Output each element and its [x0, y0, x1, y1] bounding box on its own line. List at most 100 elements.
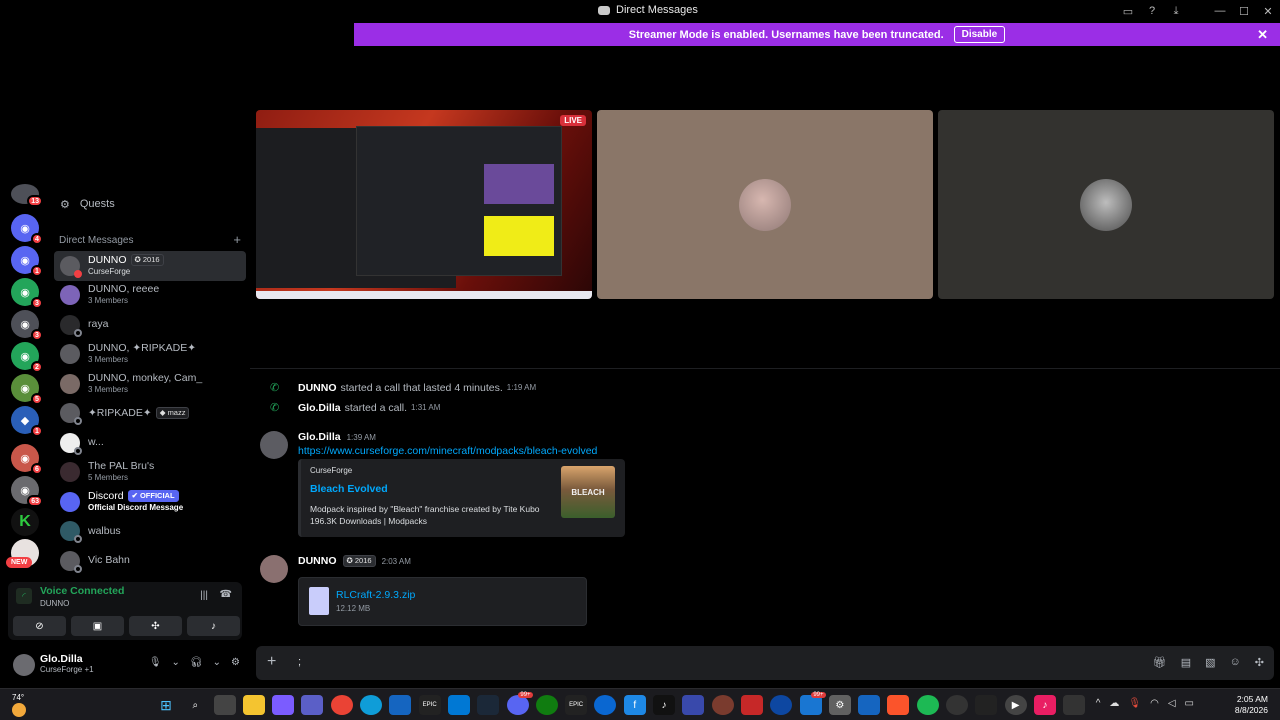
dm-item[interactable]: ✦RIPKADE✦ ◆ mazz [54, 399, 246, 429]
steam-icon[interactable] [477, 695, 500, 715]
settings-icon[interactable]: ⚙ [828, 695, 851, 715]
message-author[interactable]: DUNNO [298, 555, 337, 567]
close-icon[interactable]: ✕ [1256, 0, 1280, 22]
search-icon[interactable]: ⌕ [184, 695, 206, 715]
onedrive-icon[interactable]: ☁ [1109, 698, 1119, 709]
message-composer[interactable]: + ; 🎁︎ ▤ ▧ ☺ ✣ [256, 646, 1274, 680]
minimize-icon[interactable]: — [1208, 0, 1232, 22]
dm-item[interactable]: DUNNO, monkey, Cam_ 3 Members [54, 369, 246, 399]
message-link[interactable]: https://www.curseforge.com/minecraft/mod… [298, 445, 597, 457]
download-icon[interactable]: ⤓ [1164, 0, 1188, 22]
maximize-icon[interactable]: ☐ [1232, 0, 1256, 22]
microphone-icon[interactable]: 🎙︎ [1128, 698, 1141, 709]
quests-link[interactable]: ⚙ Quests [60, 196, 115, 212]
store-icon[interactable] [389, 695, 412, 715]
task-view-icon[interactable] [213, 695, 236, 715]
app-icon[interactable] [682, 695, 705, 715]
kick-server-icon[interactable]: K [11, 508, 39, 536]
discord-icon[interactable]: 99+ [506, 692, 533, 715]
server-icon[interactable]: ◉ 63 [11, 476, 43, 507]
file-attachment[interactable]: RLCraft-2.9.3.zip 12.12 MB [298, 577, 587, 626]
message-author[interactable]: Glo.Dilla [298, 431, 341, 443]
file-name[interactable]: RLCraft-2.9.3.zip [336, 589, 415, 601]
voice-channel[interactable]: DUNNO [40, 599, 69, 608]
chrome-icon[interactable] [330, 695, 353, 715]
emoji-icon[interactable]: ☺ [1230, 656, 1241, 669]
app-icon[interactable] [740, 695, 763, 715]
epic-games-icon[interactable]: EPIC [418, 695, 441, 715]
app-icon[interactable] [711, 695, 734, 715]
participant-tile[interactable] [597, 110, 933, 299]
volume-icon[interactable]: ◁ [1168, 698, 1176, 709]
app-icon[interactable] [858, 695, 881, 715]
dm-item[interactable]: DUNNO ✪ 2016 CurseForge [54, 251, 246, 281]
server-icon[interactable]: ◆ 1 [11, 406, 43, 437]
epic-games-icon[interactable]: EPIC [565, 695, 588, 715]
faceit-icon[interactable]: f [623, 695, 646, 715]
outlook-icon[interactable] [447, 695, 470, 715]
camera-off-button[interactable]: ⊘ [13, 616, 66, 636]
chevron-down-icon[interactable]: ⌄ [172, 657, 180, 668]
server-icon[interactable]: ◉ 6 [11, 444, 43, 475]
noise-suppression-icon[interactable]: ||| [200, 590, 208, 601]
wifi-icon[interactable]: ◠ [1150, 698, 1159, 709]
user-avatar[interactable] [13, 654, 35, 676]
dm-item[interactable]: Discord ✔ OFFICIAL Official Discord Messa… [54, 487, 246, 517]
mail-icon[interactable]: 99+ [799, 692, 826, 715]
weather-widget[interactable]: 74° [12, 693, 26, 717]
copilot-icon[interactable] [272, 695, 295, 715]
dm-item[interactable]: walbus [54, 517, 246, 547]
tiktok-icon[interactable]: ♪ [653, 695, 676, 715]
microphone-icon[interactable]: 🎙︎ [149, 657, 162, 668]
ea-icon[interactable] [594, 695, 617, 715]
sticker-icon[interactable]: ▧ [1205, 656, 1215, 669]
start-icon[interactable]: ⊞ [155, 695, 177, 715]
dm-item[interactable]: The PAL Bru's 5 Members [54, 458, 246, 488]
add-attachment-icon[interactable]: + [267, 653, 276, 671]
voice-status[interactable]: Voice Connected [40, 585, 124, 597]
embed-title[interactable]: Bleach Evolved [310, 483, 388, 495]
avatar[interactable] [260, 555, 288, 583]
chevron-down-icon[interactable]: ⌄ [213, 657, 221, 668]
activities-button[interactable]: ✣ [129, 616, 182, 636]
settings-gear-icon[interactable]: ⚙ [231, 657, 240, 668]
help-icon[interactable]: ? [1140, 0, 1164, 22]
chevron-up-icon[interactable]: ^ [1096, 698, 1101, 709]
edge-icon[interactable] [360, 695, 383, 715]
disable-button[interactable]: Disable [953, 26, 1006, 43]
dm-item[interactable]: Vic Bahn [54, 546, 246, 576]
apps-icon[interactable]: ✣ [1255, 656, 1264, 669]
screen-share-tile[interactable]: LIVE [256, 110, 592, 299]
xbox-icon[interactable] [535, 695, 558, 715]
file-explorer-icon[interactable] [242, 695, 265, 715]
avatar[interactable] [260, 431, 288, 459]
server-icon[interactable]: ◉ 3 [11, 310, 43, 341]
server-icon[interactable]: ◉ 4 [11, 214, 43, 245]
screen-share-button[interactable]: ▣ [71, 616, 124, 636]
battery-icon[interactable]: ▭ [1185, 698, 1194, 709]
dm-item[interactable]: DUNNO, reeee 3 Members [54, 281, 246, 311]
tiktok-live-icon[interactable]: ♪ [1033, 695, 1056, 715]
media-player-icon[interactable]: ▶ [1004, 695, 1027, 715]
app-icon[interactable] [770, 695, 793, 715]
banner-close-icon[interactable]: ✕ [1257, 27, 1268, 43]
create-dm-icon[interactable]: + [233, 233, 241, 246]
inbox-icon[interactable]: ▭ [1116, 0, 1140, 22]
disconnect-icon[interactable]: ☎ [220, 589, 232, 600]
embed-thumbnail[interactable]: BLEACH [561, 466, 615, 518]
dm-item[interactable]: DUNNO, ✦RIPKADE✦ 3 Members [54, 340, 246, 370]
dm-item[interactable]: raya [54, 310, 246, 340]
app-icon[interactable] [946, 695, 969, 715]
participant-tile[interactable] [938, 110, 1274, 299]
gif-icon[interactable]: ▤ [1181, 656, 1191, 669]
server-icon[interactable]: ◉ 1 [11, 246, 43, 277]
gift-icon[interactable]: 🎁︎ [1153, 656, 1167, 669]
teams-icon[interactable] [301, 695, 324, 715]
clock[interactable]: 2:05 AM 8/8/2026 [1235, 694, 1268, 716]
signal-icon[interactable]: ◜ [16, 588, 32, 604]
server-icon[interactable]: ◉ 2 [11, 342, 43, 373]
user-name[interactable]: Glo.Dilla [40, 653, 83, 665]
server-icon[interactable]: ◉ 3 [11, 278, 43, 309]
capcut-icon[interactable] [975, 695, 998, 715]
soundboard-button[interactable]: ♪ [187, 616, 240, 636]
